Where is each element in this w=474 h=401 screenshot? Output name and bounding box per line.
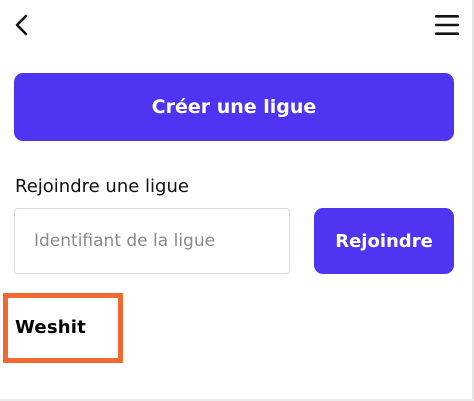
chevron-left-icon xyxy=(15,14,28,36)
league-item[interactable]: Weshit xyxy=(15,317,86,338)
join-button[interactable]: Rejoindre xyxy=(314,208,454,274)
join-league-label: Rejoindre une ligue xyxy=(15,176,189,197)
league-id-input[interactable] xyxy=(14,208,290,274)
hamburger-menu-icon xyxy=(435,15,459,35)
back-button[interactable] xyxy=(8,10,36,40)
create-league-button[interactable]: Créer une ligue xyxy=(14,73,454,141)
menu-button[interactable] xyxy=(432,12,462,38)
